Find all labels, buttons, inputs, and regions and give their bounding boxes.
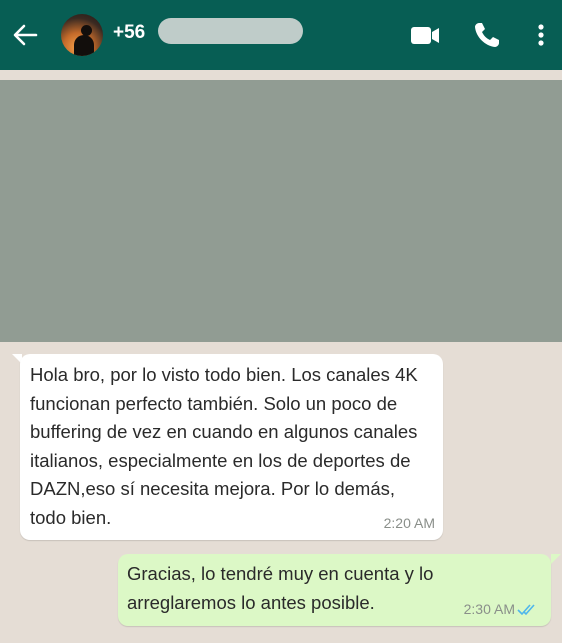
read-double-check-icon (517, 604, 535, 616)
video-call-icon[interactable] (410, 20, 440, 50)
more-vertical-icon[interactable] (526, 20, 556, 50)
redacted-number (158, 18, 303, 44)
message-text: Hola bro, por lo visto todo bien. Los ca… (30, 364, 418, 528)
message-time: 2:20 AM (383, 515, 435, 531)
message-time: 2:30 AM (463, 601, 515, 617)
media-placeholder[interactable] (0, 80, 562, 342)
phone-icon[interactable] (472, 20, 502, 50)
avatar-silhouette-body (74, 35, 94, 56)
contact-name[interactable]: +56 (113, 21, 145, 45)
back-arrow-icon[interactable] (10, 20, 40, 50)
outgoing-message[interactable]: Gracias, lo tendré muy en cuenta y lo ar… (118, 554, 551, 626)
incoming-message[interactable]: Hola bro, por lo visto todo bien. Los ca… (20, 354, 443, 540)
header-divider (0, 70, 562, 80)
avatar[interactable] (61, 14, 103, 56)
outgoing-bubble-tail (551, 554, 561, 564)
chat-header: +56 (0, 0, 562, 70)
